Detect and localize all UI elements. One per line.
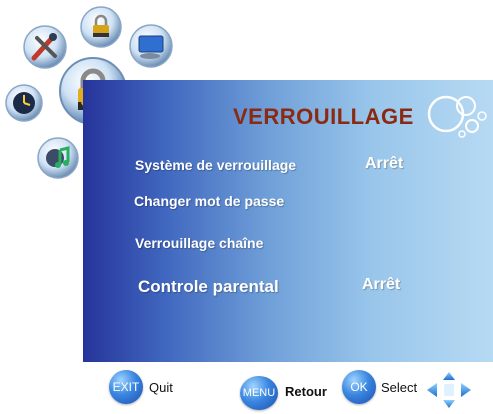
menu-item-system-lock[interactable]: Système de verrouillage (135, 157, 296, 173)
lock-icon-small[interactable] (79, 5, 123, 49)
page-title: VERROUILLAGE (233, 104, 414, 129)
music-icon[interactable] (36, 136, 80, 180)
exit-button[interactable]: EXIT (109, 370, 143, 404)
bubbles-decoration (427, 95, 487, 138)
menu-button[interactable]: MENU (240, 376, 278, 410)
lock-menu-panel: VERROUILLAGE Système de verrouillage Arr… (83, 80, 493, 362)
exit-label: Quit (149, 380, 173, 395)
ok-label: Select (381, 380, 418, 395)
ok-button[interactable]: OK (342, 370, 376, 404)
clock-icon[interactable] (4, 83, 44, 123)
system-lock-value[interactable]: Arrêt (365, 155, 403, 173)
menu-item-parental-control[interactable]: Controle parental (138, 277, 279, 297)
menu-item-change-password[interactable]: Changer mot de passe (134, 193, 284, 209)
monitor-icon[interactable] (128, 23, 174, 69)
parental-control-value[interactable]: Arrêt (362, 276, 400, 294)
menu-item-channel-lock[interactable]: Verrouillage chaîne (135, 235, 263, 251)
dpad-arrows-icon[interactable] (425, 370, 473, 410)
menu-label: Retour (285, 384, 327, 399)
footer-bar: EXIT Quit MENU Retour OK Select (83, 362, 493, 414)
